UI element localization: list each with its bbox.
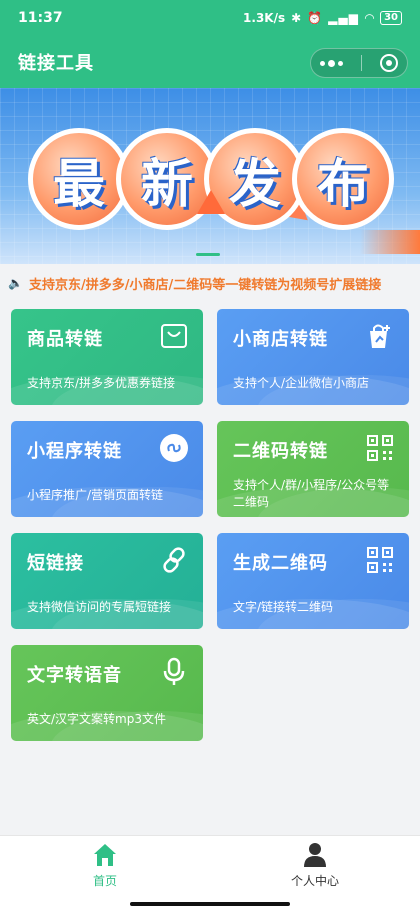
banner-decoration [360, 230, 420, 254]
banner-indicator [196, 253, 220, 256]
card-mini-store-link[interactable]: 小商店转链 支持个人/企业微信小商店 [217, 309, 409, 405]
capsule-divider [361, 55, 362, 71]
card-title: 商品转链 [27, 329, 103, 350]
card-mini-program-link[interactable]: 小程序转链 小程序推广/营销页面转链 [11, 421, 203, 517]
banner-char: 布 [292, 128, 394, 230]
card-title: 小程序转链 [27, 441, 122, 462]
tab-profile[interactable]: 个人中心 [210, 836, 420, 895]
qr-code-icon [367, 435, 393, 461]
card-product-link[interactable]: 商品转链 支持京东/拼多多优惠券链接 [11, 309, 203, 405]
notice-bar: 🔈 支持京东/拼多多/小商店/二维码等一键转链为视频号扩展链接 [0, 270, 420, 296]
card-short-link[interactable]: 短链接 支持微信访问的专属短链接 [11, 533, 203, 629]
bottom-tab-bar: 首页 个人中心 [0, 835, 420, 895]
card-generate-qrcode[interactable]: 生成二维码 文字/链接转二维码 [217, 533, 409, 629]
network-speed: 1.3K/s [243, 11, 286, 25]
banner-char: 发 [204, 128, 306, 230]
notice-text: 支持京东/拼多多/小商店/二维码等一键转链为视频号扩展链接 [28, 277, 382, 293]
card-desc: 支持个人/群/小程序/公众号等二维码 [233, 478, 390, 509]
card-title: 文字转语音 [27, 665, 122, 686]
status-bar: 11:37 1.3K/s ✱ ⏰ ▂▄▆ ◠ 30 [0, 0, 420, 36]
battery-icon: 30 [380, 11, 402, 25]
bluetooth-icon: ✱ [291, 11, 302, 25]
card-desc: 支持微信访问的专属短链接 [27, 600, 172, 614]
card-desc: 支持京东/拼多多优惠券链接 [27, 376, 176, 390]
card-desc: 支持个人/企业微信小商店 [233, 376, 370, 390]
signal-icon: ▂▄▆ [328, 11, 359, 25]
card-text-to-speech[interactable]: 文字转语音 英文/汉字文案转mp3文件 [11, 645, 203, 741]
card-title: 小商店转链 [233, 329, 328, 350]
mini-program-capsule [310, 48, 408, 78]
wifi-icon: ◠ [364, 11, 375, 25]
page-title: 链接工具 [18, 53, 94, 74]
tab-home-label: 首页 [92, 874, 117, 888]
card-qrcode-link[interactable]: 二维码转链 支持个人/群/小程序/公众号等二维码 [217, 421, 409, 517]
banner-char: 新 [116, 128, 218, 230]
qr-code-icon [367, 547, 393, 573]
close-target-icon[interactable] [380, 54, 398, 72]
promo-banner[interactable]: 最 新 发 布 [0, 88, 420, 264]
card-desc: 英文/汉字文案转mp3文件 [27, 712, 166, 726]
speaker-icon: 🔈 [8, 276, 23, 290]
alarm-icon: ⏰ [307, 11, 323, 25]
mini-program-icon [160, 434, 188, 462]
card-title: 生成二维码 [233, 553, 328, 574]
home-indicator [130, 902, 290, 906]
nav-bar: 链接工具 [0, 36, 420, 88]
home-indicator-area [0, 895, 420, 910]
banner-char: 最 [28, 128, 130, 230]
link-chain-icon [163, 547, 185, 573]
card-title: 短链接 [27, 553, 84, 574]
banner-headline: 最 新 发 布 [28, 128, 394, 238]
card-desc: 小程序推广/营销页面转链 [27, 488, 164, 502]
user-icon [304, 843, 326, 867]
store-bag-plus-icon [370, 324, 390, 348]
tab-home[interactable]: 首页 [0, 836, 210, 895]
home-icon [94, 844, 116, 866]
warning-triangle-icon [197, 190, 225, 214]
status-time: 11:37 [18, 10, 63, 26]
card-desc: 文字/链接转二维码 [233, 600, 334, 614]
microphone-icon [163, 657, 185, 685]
status-icons: 1.3K/s ✱ ⏰ ▂▄▆ ◠ 30 [243, 11, 402, 25]
more-icon[interactable] [320, 59, 343, 67]
card-title: 二维码转链 [233, 441, 328, 462]
tab-profile-label: 个人中心 [290, 874, 339, 888]
shopping-bag-icon [161, 324, 187, 348]
